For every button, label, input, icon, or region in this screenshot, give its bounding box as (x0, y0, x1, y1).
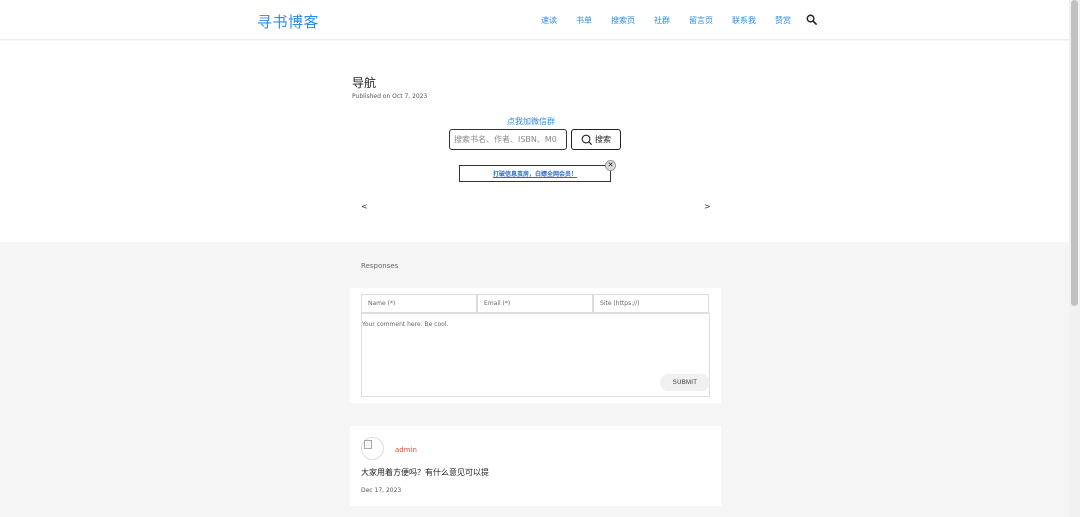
submit-button[interactable]: SUBMIT (660, 374, 710, 391)
avatar (361, 437, 384, 460)
nav-item-community[interactable]: 社群 (654, 15, 670, 27)
next-post-arrow[interactable]: > (704, 202, 711, 211)
promo-banner: 打破信息茧房，白嫖全网会员！ (459, 165, 611, 182)
published-date: Published on Oct 7, 2023 (352, 93, 428, 100)
page-title: 导航 (352, 76, 377, 90)
responses-heading: Responses (361, 262, 399, 270)
site-field[interactable] (593, 294, 709, 313)
close-icon[interactable]: ✕ (605, 160, 616, 171)
prev-post-arrow[interactable]: < (361, 202, 368, 211)
nav-item-speed-read[interactable]: 速读 (541, 15, 557, 27)
broken-image-icon (364, 440, 372, 449)
scrollbar-thumb[interactable] (1071, 0, 1078, 306)
promo-banner-link[interactable]: 打破信息茧房，白嫖全网会员！ (493, 169, 577, 178)
comment-form: SUBMIT (350, 288, 721, 403)
nav-item-book-list[interactable]: 书单 (576, 15, 592, 27)
comment-textarea[interactable] (361, 313, 710, 397)
search-icon (581, 134, 592, 145)
email-field[interactable] (477, 294, 593, 313)
nav-item-donate[interactable]: 赞赏 (775, 15, 791, 27)
search-button[interactable]: 搜索 (571, 129, 621, 150)
comment-date: Dec 17, 2023 (361, 487, 402, 494)
comment-item: admin 大家用着方便吗？有什么意见可以提 Dec 17, 2023 (350, 426, 721, 506)
comment-author[interactable]: admin (395, 446, 417, 454)
book-search-input[interactable] (449, 129, 567, 150)
post-section: 导航 Published on Oct 7, 2023 点我加微信群 搜索 打破… (0, 41, 1069, 242)
wechat-group-link[interactable]: 点我加微信群 (507, 116, 555, 127)
page: 寻书博客 速读 书单 搜索页 社群 留言页 联系我 赞赏 导航 Publishe… (0, 0, 1080, 517)
name-field[interactable] (361, 294, 477, 313)
search-icon[interactable] (806, 14, 817, 25)
page-scrollbar[interactable] (1069, 0, 1080, 517)
nav-item-guestbook[interactable]: 留言页 (689, 15, 713, 27)
nav-item-contact[interactable]: 联系我 (732, 15, 756, 27)
comment-text: 大家用着方便吗？有什么意见可以提 (361, 468, 489, 477)
search-button-label: 搜索 (595, 135, 611, 144)
main-nav: 速读 书单 搜索页 社群 留言页 联系我 赞赏 (0, 15, 1069, 27)
site-header: 寻书博客 速读 书单 搜索页 社群 留言页 联系我 赞赏 (0, 0, 1069, 40)
nav-item-search-page[interactable]: 搜索页 (611, 15, 635, 27)
